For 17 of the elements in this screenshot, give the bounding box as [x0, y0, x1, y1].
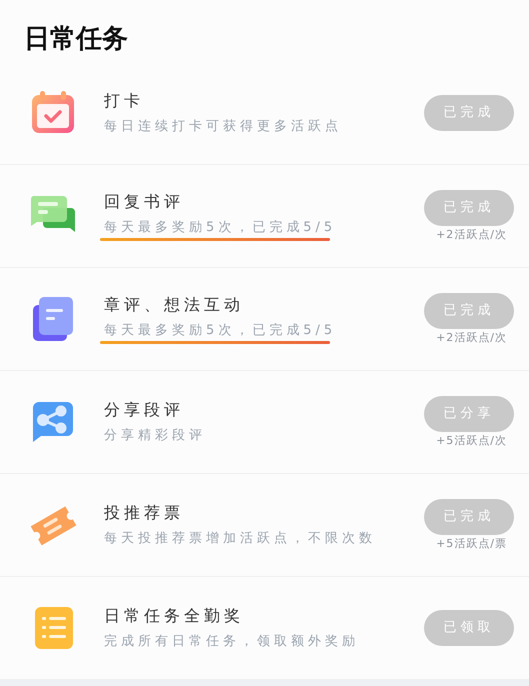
reward-text: +2活跃点/次: [436, 330, 507, 345]
task-description: 每天最多奖励5次，已完成5/5: [104, 219, 336, 237]
task-description: 每天最多奖励5次，已完成5/5: [104, 322, 336, 340]
task-description: 每天投推荐票增加活跃点，不限次数: [104, 530, 376, 548]
page-title: 日常任务: [24, 23, 129, 56]
task-title: 投推荐票: [104, 502, 185, 524]
task-title: 分享段评: [104, 399, 185, 421]
task-title: 回复书评: [104, 191, 185, 213]
task-description: 每日连续打卡可获得更多活跃点: [104, 118, 342, 136]
reward-text: +5活跃点/票: [436, 536, 507, 551]
task-title: 打卡: [104, 90, 145, 112]
task-title: 日常任务全勤奖: [104, 605, 245, 627]
task-description: 完成所有日常任务，领取额外奖励: [104, 633, 359, 651]
task-title: 章评、想法互动: [104, 294, 245, 316]
reward-text: +5活跃点/次: [436, 433, 507, 448]
reward-text: +2活跃点/次: [436, 227, 507, 242]
task-description: 分享精彩段评: [104, 427, 206, 445]
